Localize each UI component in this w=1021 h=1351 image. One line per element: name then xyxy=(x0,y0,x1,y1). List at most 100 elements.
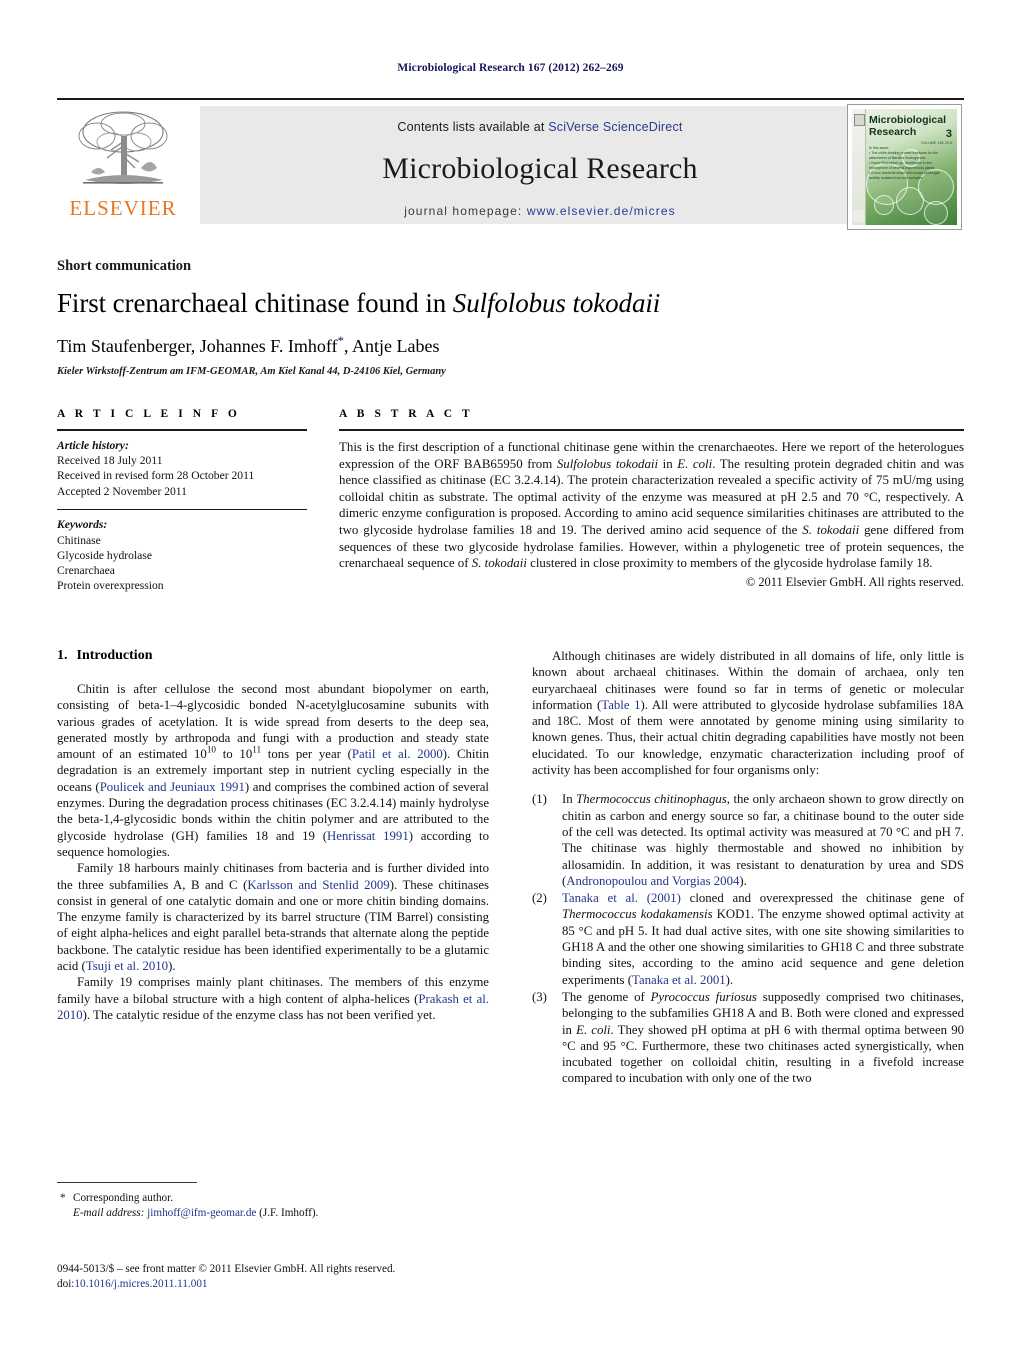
keyword-item: Crenarchaea xyxy=(57,564,115,578)
title-text-plain: First crenarchaeal chitinase found in xyxy=(57,288,453,318)
email-label: E-mail address: xyxy=(73,1206,145,1219)
email-note: E-mail address: jimhoff@ifm-geomar.de (J… xyxy=(57,1206,489,1221)
doi-link[interactable]: 10.1016/j.micres.2011.11.001 xyxy=(74,1278,207,1290)
keyword-item: Glycoside hydrolase xyxy=(57,548,152,562)
p1-b: to 10 xyxy=(216,747,253,762)
page-title: First crenarchaeal chitinase found in Su… xyxy=(57,288,964,319)
p3-b: ). The catalytic residue of the enzyme c… xyxy=(82,1007,436,1022)
elsevier-logo: ELSEVIER xyxy=(59,106,187,224)
section-heading-introduction: 1. Introduction xyxy=(57,648,489,664)
intro-paragraph-2: Family 18 harbours mainly chitinases fro… xyxy=(57,860,489,974)
item3-c: . They showed pH optima at pH 6 with the… xyxy=(562,1022,965,1086)
citation-link[interactable]: Karlsson and Stenlid 2009 xyxy=(247,878,389,892)
item1-a: In xyxy=(562,792,577,807)
item1-italic-1: Thermococcus chitinophagus xyxy=(576,792,727,807)
cover-publisher-icon xyxy=(854,114,865,126)
cover-bubble-icon xyxy=(924,201,948,225)
abstract-column: A B S T R A C T This is the first descri… xyxy=(339,408,964,590)
right-paragraph-1: Although chitinases are widely distribut… xyxy=(532,648,964,778)
abstract-copyright: © 2011 Elsevier GmbH. All rights reserve… xyxy=(745,574,964,589)
cover-bubble-icon xyxy=(874,195,894,215)
doi-label: doi: xyxy=(57,1277,75,1290)
affiliation: Kieler Wirkstoff-Zentrum am IFM-GEOMAR, … xyxy=(57,366,446,377)
intro-paragraph-3: Family 19 comprises mainly plant chitina… xyxy=(57,974,489,1023)
article-history-label: Article history: xyxy=(57,439,129,452)
history-item: Received in revised form 28 October 2011 xyxy=(57,469,255,483)
footnote-rule xyxy=(57,1182,197,1183)
email-tail: (J.F. Imhoff). xyxy=(256,1206,319,1219)
article-history-block: Article history: Received 18 July 2011 R… xyxy=(57,438,307,499)
list-item: (3) The genome of Pyrococcus furiosus sup… xyxy=(532,989,964,1087)
item1-c: ). xyxy=(739,873,747,888)
title-block: Short communication First crenarchaeal c… xyxy=(57,258,964,377)
article-info-label: A R T I C L E I N F O xyxy=(57,408,241,420)
cover-title: Microbiological Research xyxy=(869,114,947,138)
issn-doi-block: 0944-5013/$ – see front matter © 2011 El… xyxy=(57,1262,527,1292)
cover-title-line2: Research xyxy=(869,125,917,138)
corresponding-author-text: Corresponding author. xyxy=(73,1192,174,1204)
authors-tail: , Antje Labes xyxy=(344,336,440,356)
abstract-organism-3: S. tokodaii xyxy=(802,522,860,537)
list-item: (1) In Thermococcus chitinophagus, the on… xyxy=(532,791,964,889)
running-head: Microbiological Research 167 (2012) 262–… xyxy=(397,62,624,74)
journal-title: Microbiological Research xyxy=(382,152,698,185)
citation-link[interactable]: Poulicek and Jeuniaux 1991 xyxy=(100,780,245,794)
p1-sup-1: 10 xyxy=(206,744,217,755)
authors-main: Tim Staufenberger, Johannes F. Imhoff xyxy=(57,336,338,356)
p1-c: tons per year ( xyxy=(261,747,352,762)
item2-c: ). xyxy=(725,972,734,987)
citation-link[interactable]: Andronopoulou and Vorgias 2004 xyxy=(566,874,739,888)
abstract-part-2: in xyxy=(658,456,678,471)
email-link[interactable]: jimhoff@ifm-geomar.de xyxy=(147,1207,256,1219)
list-marker: (3) xyxy=(532,989,547,1004)
keywords-rule xyxy=(57,508,307,511)
journal-cover-thumbnail: Microbiological Research 3 VOLUME 166 20… xyxy=(847,104,962,230)
list-marker: (1) xyxy=(532,792,547,807)
article-info-column: A R T I C L E I N F O Article history: R… xyxy=(57,408,307,593)
item2-italic-1: Thermococcus kodakamensis xyxy=(562,907,713,922)
abstract-organism-2: E. coli xyxy=(677,456,713,471)
citation-link[interactable]: Tsuji et al. 2010 xyxy=(86,959,168,973)
right-column: Although chitinases are widely distribut… xyxy=(532,648,964,1088)
footnote-block: * Corresponding author. E-mail address: j… xyxy=(57,1182,489,1220)
homepage-link[interactable]: www.elsevier.de/micres xyxy=(527,204,676,218)
left-column: 1. Introduction Chitin is after cellulose… xyxy=(57,648,489,1023)
p2-c: ). xyxy=(168,959,176,974)
citation-link[interactable]: Tanaka et al. 2001 xyxy=(632,973,726,987)
abstract-part-5: clustered in close proximity to members … xyxy=(526,556,933,571)
doi-line: doi:10.1016/j.micres.2011.11.001 xyxy=(57,1277,527,1292)
abstract-text: This is the first description of a funct… xyxy=(339,439,964,572)
item3-italic-2: E. coli xyxy=(576,1022,611,1037)
cover-issue-item: • The chitin-binding protein functions f… xyxy=(869,151,939,160)
organism-list: (1) In Thermococcus chitinophagus, the on… xyxy=(532,791,964,1086)
corresponding-author-note: * Corresponding author. xyxy=(57,1191,489,1206)
abstract-organism-4: S. tokodaii xyxy=(471,556,527,571)
contents-prefix: Contents lists available at xyxy=(397,120,549,134)
cover-volume-line: VOLUME 166 2011 xyxy=(920,141,953,145)
keyword-item: Protein overexpression xyxy=(57,579,164,593)
p1-sup-2: 11 xyxy=(252,744,262,755)
abstract-organism-1: Sulfolobus tokodaii xyxy=(556,456,659,471)
title-text-italic: Sulfolobus tokodaii xyxy=(452,288,661,318)
cover-spine xyxy=(852,109,866,225)
journal-banner: Contents lists available at SciVerse Sci… xyxy=(200,106,880,224)
list-item: (2) Tanaka et al. (2001) cloned and overe… xyxy=(532,890,964,988)
cover-volume-number: 3 xyxy=(945,128,952,140)
sciencedirect-link[interactable]: SciVerse ScienceDirect xyxy=(548,120,682,134)
item2-a: cloned and overexpressed the chitinase g… xyxy=(680,891,964,906)
table-reference-link[interactable]: Table 1 xyxy=(601,698,640,712)
elsevier-wordmark: ELSEVIER xyxy=(69,196,177,220)
cover-footer-mark xyxy=(853,210,864,222)
elsevier-tree-icon xyxy=(78,111,168,184)
item3-a: The genome of xyxy=(562,989,651,1004)
list-marker: (2) xyxy=(532,891,547,906)
citation-link[interactable]: Henrissat 1991 xyxy=(327,829,409,843)
history-item: Accepted 2 November 2011 xyxy=(57,484,187,498)
citation-link[interactable]: Patil et al. 2000 xyxy=(352,747,443,761)
history-item: Received 18 July 2011 xyxy=(57,454,163,468)
item3-italic-1: Pyrococcus furiosus xyxy=(650,989,757,1004)
cover-issue-item: • Novel Rhizobium sp. distributed in the… xyxy=(869,161,935,170)
article-doctype: Short communication xyxy=(57,258,192,274)
journal-masthead: ELSEVIER Contents lists available at Sci… xyxy=(57,98,964,230)
citation-link[interactable]: Tanaka et al. (2001) xyxy=(562,891,681,905)
